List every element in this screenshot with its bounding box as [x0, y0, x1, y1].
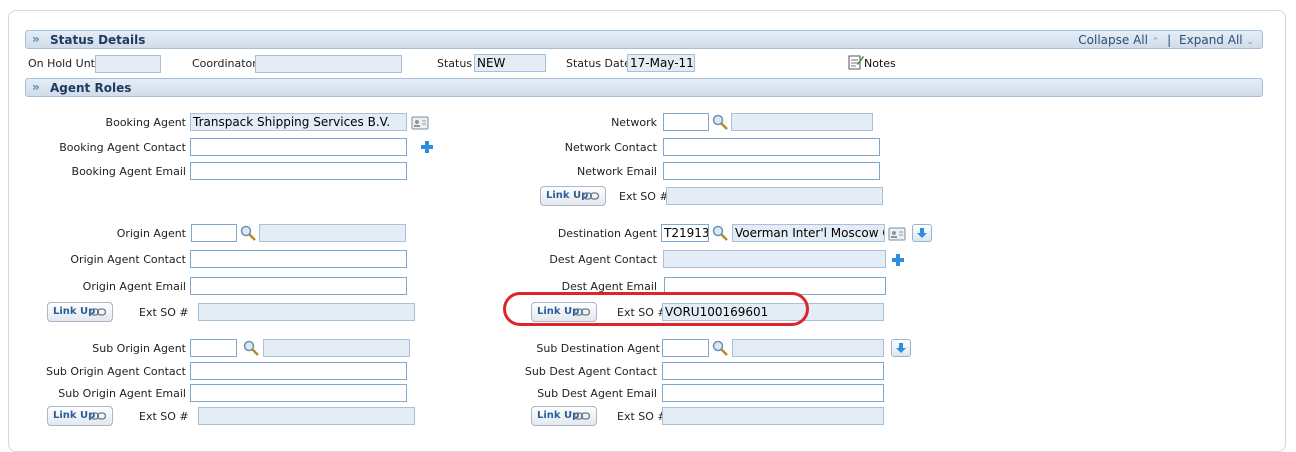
network-ext-so-label: Ext SO #: [619, 190, 669, 203]
network-contact-field[interactable]: [663, 138, 880, 156]
notes-icon: [848, 55, 864, 70]
address-card-icon[interactable]: [411, 115, 429, 131]
search-icon[interactable]: [243, 340, 259, 356]
network-label: Network: [611, 116, 657, 129]
origin-agent-contact-label: Origin Agent Contact: [70, 253, 186, 266]
sub-origin-agent-code-field[interactable]: [190, 339, 237, 357]
expand-all-icon[interactable]: ⌄: [1246, 37, 1254, 47]
booking-agent-contact-field[interactable]: [190, 138, 407, 156]
sub-dest-agent-email-label: Sub Dest Agent Email: [537, 387, 657, 400]
network-ext-so-field[interactable]: [666, 187, 883, 205]
status-date-field[interactable]: 17-May-11: [627, 54, 695, 72]
origin-agent-name-field[interactable]: [259, 224, 406, 242]
network-email-label: Network Email: [577, 165, 657, 178]
link-up-label: Link Up: [546, 190, 589, 201]
destination-agent-code-field[interactable]: T21913: [661, 224, 709, 242]
sub-destination-agent-label: Sub Destination Agent: [536, 342, 660, 355]
section-title: Agent Roles: [50, 81, 132, 95]
sub-origin-ext-so-field[interactable]: [198, 407, 415, 425]
sub-destination-agent-code-field[interactable]: [662, 339, 709, 357]
search-icon[interactable]: [712, 340, 728, 356]
network-name-field[interactable]: [731, 113, 873, 131]
highlight-annotation: [503, 292, 809, 326]
add-plus-icon[interactable]: [421, 141, 433, 153]
search-icon[interactable]: [712, 225, 728, 241]
sub-destination-ext-so-field[interactable]: [662, 407, 884, 425]
booking-agent-email-field[interactable]: [190, 162, 407, 180]
address-card-icon[interactable]: [888, 226, 906, 242]
sub-destination-ext-so-label: Ext SO #: [617, 410, 667, 423]
sub-origin-link-up-button[interactable]: Link Up: [47, 406, 113, 426]
booking-agent-contact-label: Booking Agent Contact: [59, 141, 186, 154]
origin-agent-email-field[interactable]: [190, 277, 407, 295]
status-field[interactable]: NEW: [474, 54, 546, 72]
link-up-label: Link Up: [53, 306, 96, 317]
sub-origin-agent-name-field[interactable]: [263, 339, 410, 357]
sub-dest-agent-contact-field[interactable]: [662, 362, 884, 380]
booking-agent-email-label: Booking Agent Email: [71, 165, 186, 178]
search-icon[interactable]: [712, 114, 728, 130]
collapse-expand-controls: Collapse All ⌃ | Expand All ⌄: [1078, 33, 1254, 47]
agent-roles-header[interactable]: » Agent Roles: [25, 78, 1263, 97]
destination-agent-label: Destination Agent: [557, 227, 657, 240]
dest-agent-contact-label: Dest Agent Contact: [549, 253, 657, 266]
separator: |: [1167, 33, 1172, 47]
sub-origin-ext-so-label: Ext SO #: [139, 410, 189, 423]
chain-link-icon: [574, 412, 590, 420]
sub-origin-agent-contact-label: Sub Origin Agent Contact: [45, 365, 186, 378]
notes-label: Notes: [864, 57, 896, 70]
sub-destination-agent-name-field[interactable]: [732, 339, 884, 357]
on-hold-until-label: On Hold Until: [28, 57, 102, 70]
origin-agent-label: Origin Agent: [116, 227, 186, 240]
section-expand-icon: »: [32, 32, 40, 46]
arrow-down-icon: [917, 228, 927, 238]
origin-ext-so-field[interactable]: [198, 303, 415, 321]
add-plus-icon[interactable]: [892, 254, 904, 266]
search-icon[interactable]: [240, 225, 256, 241]
sub-dest-agent-contact-label: Sub Dest Agent Contact: [524, 365, 657, 378]
collapse-all-icon[interactable]: ⌃: [1152, 37, 1160, 47]
coordinator-label: Coordinator: [192, 57, 257, 70]
destination-download-button[interactable]: [912, 224, 932, 242]
chain-link-icon: [90, 308, 106, 316]
sub-dest-agent-email-field[interactable]: [662, 384, 884, 402]
status-details-header[interactable]: » Status Details Collapse All ⌃ | Expand…: [25, 30, 1263, 49]
collapse-all-link[interactable]: Collapse All: [1078, 33, 1148, 47]
sub-origin-agent-label: Sub Origin Agent: [92, 342, 186, 355]
section-title: Status Details: [50, 33, 146, 47]
network-contact-label: Network Contact: [564, 141, 657, 154]
link-up-label: Link Up: [537, 410, 580, 421]
section-expand-icon: »: [32, 80, 40, 94]
on-hold-until-field[interactable]: [95, 55, 161, 73]
network-code-field[interactable]: [663, 113, 709, 131]
chain-link-icon: [90, 412, 106, 420]
network-link-up-button[interactable]: Link Up: [540, 186, 606, 206]
notes-link[interactable]: Notes: [848, 54, 896, 70]
destination-agent-name-field[interactable]: Voerman Inter'l Moscow OO: [732, 224, 885, 242]
sub-origin-agent-email-field[interactable]: [190, 384, 407, 402]
origin-agent-email-label: Origin Agent Email: [82, 280, 186, 293]
booking-agent-label: Booking Agent: [105, 116, 186, 129]
sub-destination-download-button[interactable]: [891, 339, 911, 357]
booking-agent-field[interactable]: Transpack Shipping Services B.V.: [190, 113, 407, 131]
sub-destination-link-up-button[interactable]: Link Up: [531, 406, 597, 426]
origin-agent-contact-field[interactable]: [190, 250, 407, 268]
coordinator-field[interactable]: [255, 55, 402, 73]
sub-origin-agent-email-label: Sub Origin Agent Email: [58, 387, 186, 400]
arrow-down-icon: [896, 343, 906, 353]
dest-agent-contact-field[interactable]: [663, 250, 886, 268]
status-label: Status: [437, 57, 473, 70]
network-email-field[interactable]: [663, 162, 880, 180]
origin-link-up-button[interactable]: Link Up: [47, 302, 113, 322]
link-up-label: Link Up: [53, 410, 96, 421]
sub-origin-agent-contact-field[interactable]: [190, 362, 407, 380]
expand-all-link[interactable]: Expand All: [1179, 33, 1243, 47]
status-date-label: Status Date: [566, 57, 631, 70]
chain-link-icon: [583, 192, 599, 200]
origin-ext-so-label: Ext SO #: [139, 306, 189, 319]
origin-agent-code-field[interactable]: [191, 224, 237, 242]
